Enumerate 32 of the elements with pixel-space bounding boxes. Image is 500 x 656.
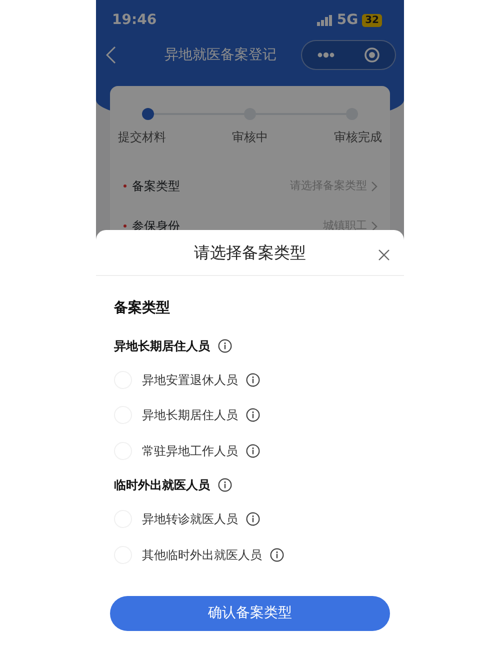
section-title: 备案类型 — [114, 298, 171, 318]
close-target-icon[interactable] — [364, 47, 380, 63]
chevron-right-icon — [371, 220, 378, 232]
step-label: 审核中 — [232, 129, 268, 146]
option-label[interactable]: 异地转诊就医人员 — [142, 510, 238, 528]
group-title: 异地长期居住人员 — [114, 338, 210, 354]
back-icon[interactable] — [106, 46, 116, 64]
signal-icon — [316, 14, 333, 26]
network-label: 5G — [336, 10, 358, 30]
field-label: 备案类型 — [132, 178, 180, 195]
option-label[interactable]: 其他临时外出就医人员 — [142, 546, 262, 564]
info-icon[interactable] — [218, 338, 232, 352]
chevron-right-icon — [371, 180, 378, 192]
option-label[interactable]: 异地长期居住人员 — [142, 406, 238, 424]
battery-indicator: 32 — [362, 14, 382, 26]
option-label[interactable]: 异地安置退休人员 — [142, 370, 238, 389]
info-icon[interactable] — [270, 548, 284, 562]
page-title: 异地就医备案登记 — [164, 46, 278, 64]
sheet-title: 请选择备案类型 — [194, 242, 306, 264]
group-title: 临时外出就医人员 — [114, 477, 210, 494]
info-icon[interactable] — [246, 512, 260, 526]
close-icon[interactable] — [378, 248, 390, 261]
option-label[interactable]: 常驻异地工作人员 — [142, 442, 238, 460]
info-icon[interactable] — [246, 372, 260, 387]
step-label: 提交材料 — [118, 129, 166, 146]
confirm-button[interactable]: 确认备案类型 — [110, 596, 390, 631]
info-icon[interactable] — [246, 408, 260, 422]
status-time: 19:46 — [112, 10, 157, 30]
more-icon[interactable] — [316, 52, 335, 58]
info-icon[interactable] — [218, 478, 232, 492]
step-label: 审核完成 — [334, 129, 382, 146]
info-icon[interactable] — [246, 444, 260, 458]
